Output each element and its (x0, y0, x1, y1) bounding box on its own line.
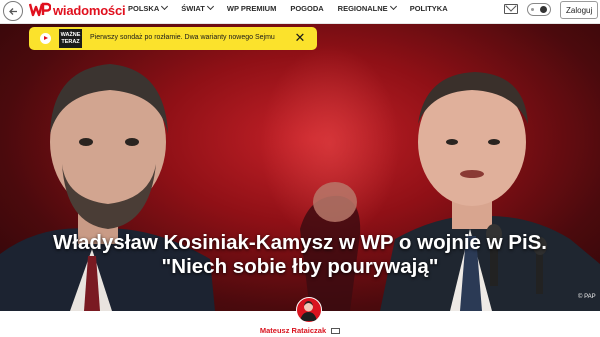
badge-line-1: WAŻNE (60, 31, 81, 38)
nav-item-polska[interactable]: POLSKA (128, 2, 169, 13)
wp-logo[interactable]: wiadomości (29, 2, 126, 18)
nav-item-polityka[interactable]: POLITYKA (410, 4, 448, 13)
main-nav: POLSKA ŚWIAT WP PREMIUM POGODA REGIONALNE POL… (128, 2, 462, 13)
alert-text: Pierwszy sondaż po rozłamie. Dwa wariant… (90, 34, 275, 41)
dark-mode-toggle[interactable] (527, 3, 551, 16)
headline-line-2: "Niech sobie łby pourywają" (161, 255, 439, 278)
mail-icon[interactable] (504, 4, 518, 14)
article-headline[interactable]: Władysław Kosiniak-Kamysz w WP o wojnie … (0, 231, 600, 279)
author-name[interactable]: Mateusz Rataiczak (260, 326, 326, 335)
nav-item-regionalne[interactable]: REGIONALNE (337, 2, 397, 13)
login-button[interactable]: Zaloguj (560, 1, 599, 19)
nav-item-wp-premium[interactable]: WP PREMIUM (227, 4, 276, 13)
nav-item-świat[interactable]: ŚWIAT (181, 2, 214, 13)
nav-item-label: REGIONALNE (337, 4, 388, 13)
top-navigation-bar: wiadomości POLSKA ŚWIAT WP PREMIUM POGODA RE… (0, 0, 600, 24)
author-avatar[interactable] (296, 297, 322, 323)
play-icon (40, 33, 51, 44)
arrow-left-icon (8, 7, 17, 15)
chevron-down-icon (206, 2, 214, 11)
author-mail-icon[interactable] (331, 327, 341, 334)
nav-item-label: ŚWIAT (181, 4, 205, 13)
breaking-news-banner[interactable]: WAŻNE TERAZ Pierwszy sondaż po rozłamie.… (29, 27, 317, 50)
nav-item-pogoda[interactable]: POGODA (290, 4, 323, 13)
wp-logo-icon (29, 2, 51, 17)
hero-image: WAŻNE TERAZ Pierwszy sondaż po rozłamie.… (0, 24, 600, 311)
chevron-down-icon (389, 2, 397, 11)
nav-item-label: POGODA (290, 4, 324, 13)
chevron-down-icon (161, 2, 169, 11)
nav-item-label: POLSKA (128, 4, 160, 13)
back-button[interactable] (3, 1, 23, 21)
toggle-knob (540, 6, 547, 13)
author-photo-icon (300, 301, 317, 321)
photo-credit: © PAP (578, 294, 596, 300)
nav-item-label: POLITYKA (409, 4, 448, 13)
headline-line-1: Władysław Kosiniak-Kamysz w WP o wojnie … (52, 231, 548, 254)
breaking-badge: WAŻNE TERAZ (59, 29, 82, 48)
close-icon[interactable]: ✕ (293, 31, 307, 45)
logo-text: wiadomości (53, 2, 126, 18)
nav-item-label: WP PREMIUM (226, 4, 277, 13)
badge-line-2: TERAZ (61, 38, 80, 45)
author-row: Mateusz Rataiczak (0, 326, 600, 335)
toggle-dot (531, 8, 534, 11)
